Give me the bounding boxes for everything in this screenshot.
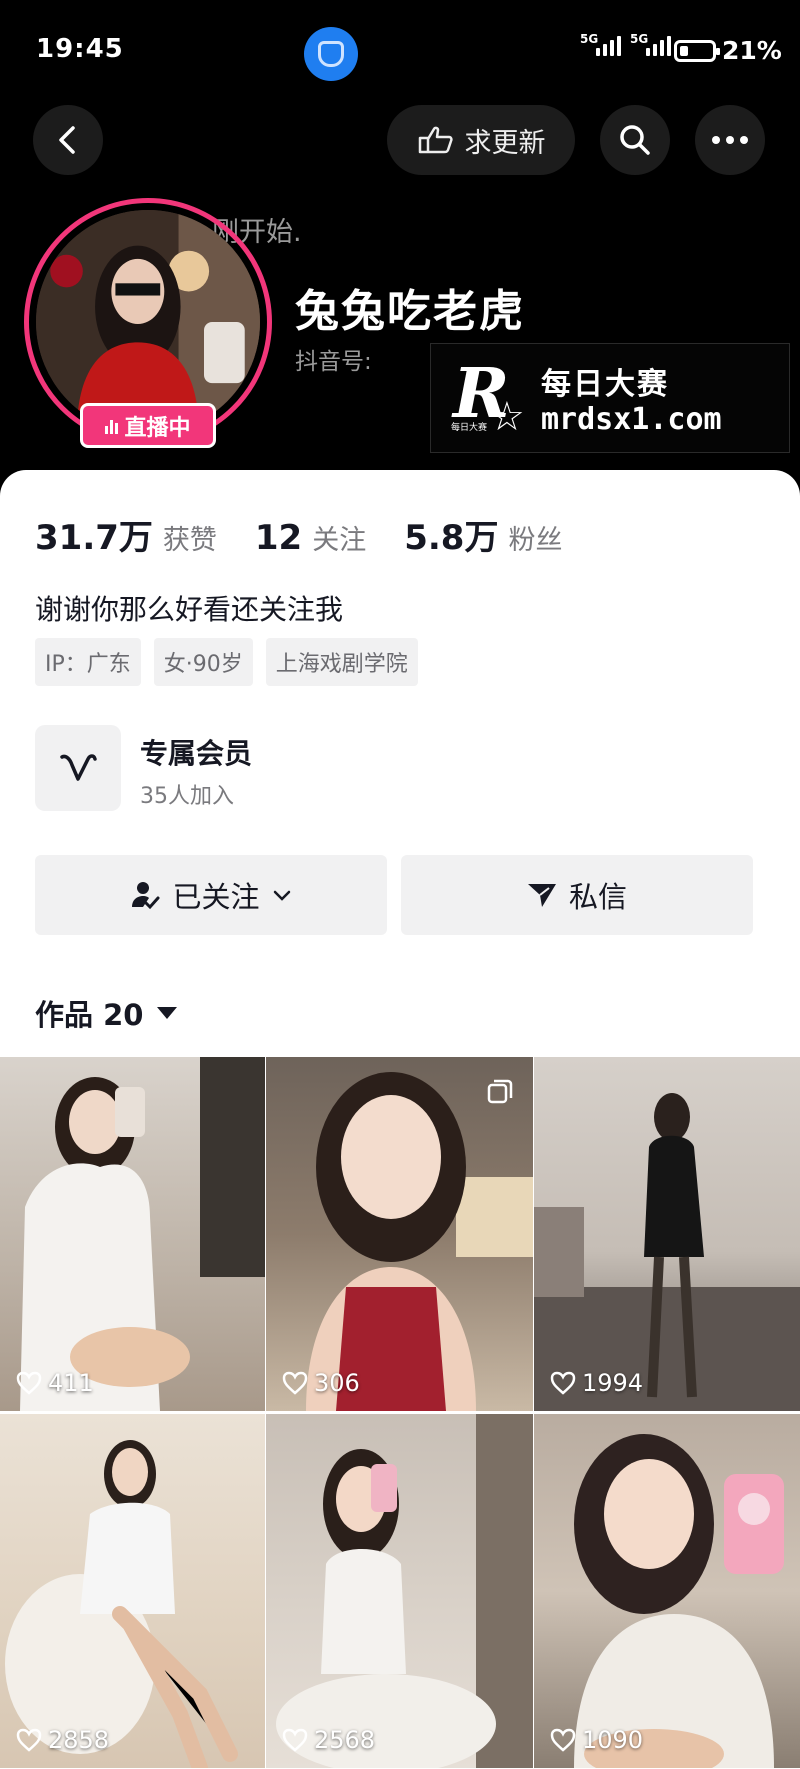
tag-ip: IP：广东 <box>35 638 141 686</box>
like-count: 1090 <box>550 1726 643 1754</box>
app-notification-icon <box>304 27 358 81</box>
heart-icon <box>16 1371 42 1395</box>
stat-followers-label: 粉丝 <box>508 525 563 556</box>
like-count: 1994 <box>550 1369 643 1397</box>
profile-tags: IP：广东 女·90岁 上海戏剧学院 <box>35 638 418 686</box>
stat-following[interactable]: 12 关注 <box>255 518 366 558</box>
video-grid: 411 306 1994 2858 2568 1090 <box>0 1057 800 1768</box>
watermark-small-text: 每日大赛 <box>451 423 488 433</box>
profile-name: 兔兔吃老虎 <box>295 286 525 337</box>
watermark-overlay: R ☆ 每日大赛 每日大赛 mrdsx1.com <box>430 343 790 453</box>
live-label: 直播中 <box>124 415 191 441</box>
back-icon <box>59 126 75 154</box>
stats-row: 31.7万 获赞 12 关注 5.8万 粉丝 <box>35 510 600 559</box>
like-count: 2858 <box>16 1726 109 1754</box>
like-count-value: 2568 <box>314 1726 376 1754</box>
video-thumbnail[interactable]: 2858 <box>0 1414 265 1768</box>
live-bars-icon <box>105 418 119 434</box>
person-check-icon <box>132 882 160 910</box>
status-bar: 19:45 5G 5G 21% <box>0 0 800 100</box>
following-button[interactable]: 已关注 <box>35 855 387 935</box>
like-count-value: 411 <box>48 1369 94 1397</box>
paper-plane-icon <box>527 884 556 907</box>
video-thumbnail[interactable]: 1090 <box>534 1414 800 1768</box>
caret-down-icon <box>157 1007 178 1019</box>
more-icon <box>712 136 748 144</box>
heart-icon <box>16 1728 42 1752</box>
signal-icon-2: 5G <box>630 32 671 56</box>
like-count-value: 2858 <box>48 1726 110 1754</box>
message-label: 私信 <box>568 880 627 914</box>
status-time: 19:45 <box>36 34 124 64</box>
back-button[interactable] <box>33 105 103 175</box>
like-count-value: 1994 <box>582 1369 644 1397</box>
like-count: 2568 <box>282 1726 375 1754</box>
stat-followers-value: 5.8万 <box>404 518 499 558</box>
video-thumbnail[interactable]: 1994 <box>534 1057 800 1411</box>
heart-icon <box>550 1371 576 1395</box>
stat-likes-value: 31.7万 <box>35 518 153 558</box>
like-count-value: 306 <box>314 1369 360 1397</box>
membership-title[interactable]: 专属会员 <box>140 732 252 772</box>
heart-icon <box>282 1371 308 1395</box>
like-count: 306 <box>282 1369 360 1397</box>
live-badge[interactable]: 直播中 <box>80 403 216 448</box>
tag-school[interactable]: 上海戏剧学院 <box>265 638 418 686</box>
watermark-title: 每日大赛 <box>541 367 669 402</box>
following-label: 已关注 <box>172 880 260 914</box>
watermark-url: mrdsx1.com <box>541 402 722 437</box>
video-thumbnail[interactable]: 411 <box>0 1057 265 1411</box>
sim1-label: 5G <box>580 32 599 46</box>
douyin-id-label: 抖音号: <box>295 349 372 375</box>
request-update-label: 求更新 <box>464 127 546 159</box>
heart-icon <box>282 1728 308 1752</box>
search-button[interactable] <box>600 105 670 175</box>
stat-following-value: 12 <box>254 518 303 558</box>
star-icon: ☆ <box>489 394 525 440</box>
stat-likes[interactable]: 31.7万 获赞 <box>35 510 217 559</box>
search-icon <box>620 125 650 155</box>
tag-gender-age: 女·90岁 <box>153 638 253 686</box>
video-thumbnail[interactable]: 306 <box>266 1057 533 1411</box>
works-tab[interactable]: 作品 20 <box>35 992 178 1034</box>
stat-following-label: 关注 <box>312 525 367 556</box>
like-count: 411 <box>16 1369 94 1397</box>
battery-percent: 21% <box>722 36 782 65</box>
multi-photo-icon <box>487 1079 513 1104</box>
battery-icon <box>674 40 720 62</box>
stat-followers[interactable]: 5.8万 粉丝 <box>404 510 562 559</box>
stat-likes-label: 获赞 <box>162 525 217 556</box>
profile-bio: 谢谢你那么好看还关注我 <box>35 593 344 626</box>
message-button[interactable]: 私信 <box>401 855 753 935</box>
heart-icon <box>550 1728 576 1752</box>
signal-icon: 5G <box>580 32 621 56</box>
chevron-down-icon <box>273 890 290 901</box>
hand-point-icon <box>418 126 453 154</box>
member-entry-icon-box[interactable] <box>35 725 121 811</box>
more-button[interactable] <box>695 105 765 175</box>
video-thumbnail[interactable]: 2568 <box>266 1414 533 1768</box>
sim2-label: 5G <box>630 32 649 46</box>
request-update-button[interactable]: 求更新 <box>387 105 575 175</box>
v-member-icon <box>60 754 97 781</box>
avatar <box>36 210 260 434</box>
works-label: 作品 20 <box>35 998 144 1032</box>
membership-subtitle: 35人加入 <box>140 784 234 809</box>
like-count-value: 1090 <box>582 1726 644 1754</box>
